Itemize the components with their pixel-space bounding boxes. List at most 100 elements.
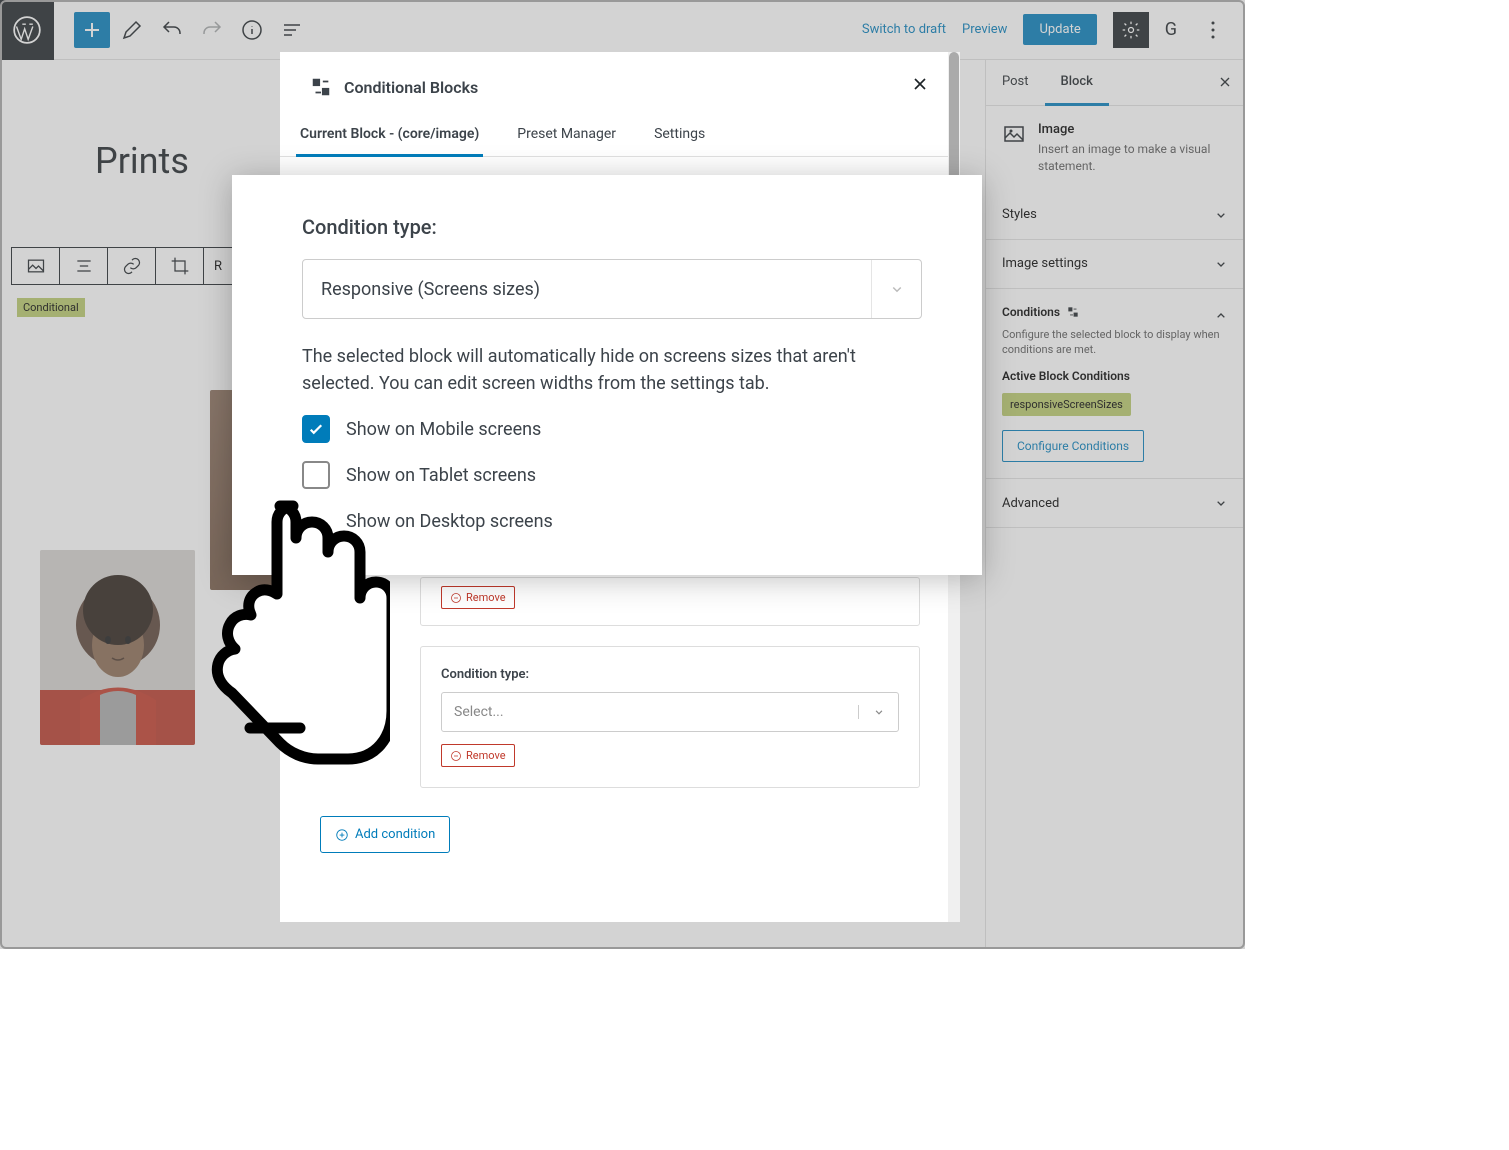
image-icon (1002, 122, 1026, 146)
remove-condition-button[interactable]: Remove (441, 586, 515, 609)
more-options-button[interactable] (1195, 12, 1231, 48)
conditions-desc: Configure the selected block to display … (1002, 327, 1229, 358)
sidebar-section-advanced[interactable]: Advanced (986, 479, 1245, 528)
active-conditions-label: Active Block Conditions (1002, 369, 1229, 383)
block-toolbar: R (11, 247, 233, 285)
chevron-down-icon (1213, 256, 1229, 272)
close-icon (910, 74, 930, 94)
info-button[interactable] (234, 12, 270, 48)
wordpress-icon (13, 16, 41, 44)
section-label: Advanced (1002, 496, 1059, 511)
minus-circle-icon (450, 592, 462, 604)
checkbox-show-mobile[interactable]: Show on Mobile screens (302, 415, 922, 443)
gear-icon (1121, 20, 1141, 40)
chevron-up-icon (1213, 308, 1229, 324)
link-button[interactable] (108, 248, 156, 284)
hand-icon (195, 490, 390, 780)
condition-description: The selected block will automatically hi… (302, 343, 922, 397)
chevron-down-icon (872, 705, 886, 719)
checkbox-input[interactable] (302, 461, 330, 489)
checkbox-label: Show on Tablet screens (346, 465, 536, 486)
conditions-icon (1066, 305, 1080, 319)
tab-post[interactable]: Post (986, 60, 1045, 105)
close-icon (1217, 74, 1233, 90)
redo-button[interactable] (194, 12, 230, 48)
list-icon (280, 18, 304, 42)
checkbox-label: Show on Mobile screens (346, 419, 541, 440)
chevron-down-icon (1213, 495, 1229, 511)
sidebar-section-styles[interactable]: Styles (986, 191, 1245, 240)
checkbox-show-tablet[interactable]: Show on Tablet screens (302, 461, 922, 489)
condition-type-label: Condition type: (302, 215, 922, 239)
undo-button[interactable] (154, 12, 190, 48)
sidebar-tabs: Post Block (986, 60, 1245, 106)
conditions-header[interactable]: Conditions (1002, 305, 1229, 327)
modal-close-button[interactable] (910, 74, 930, 100)
preview-link[interactable]: Preview (962, 22, 1007, 37)
block-description: Image Insert an image to make a visual s… (986, 106, 1245, 191)
hand-pointer-illustration (195, 490, 390, 780)
select-placeholder: Select... (442, 704, 858, 720)
switch-to-draft-link[interactable]: Switch to draft (862, 22, 946, 37)
section-label: Image settings (1002, 256, 1088, 271)
conditional-badge: Conditional (17, 298, 85, 317)
sidebar-close-button[interactable] (1217, 74, 1233, 94)
plus-circle-icon (335, 828, 349, 842)
pencil-icon (120, 18, 144, 42)
checkmark-icon (307, 420, 325, 438)
wordpress-logo[interactable] (0, 0, 54, 60)
settings-button[interactable] (1113, 12, 1149, 48)
add-condition-button[interactable]: Add condition (320, 816, 450, 853)
plus-icon (80, 18, 104, 42)
info-icon (240, 18, 264, 42)
dots-vertical-icon (1201, 18, 1225, 42)
tab-preset-manager[interactable]: Preset Manager (513, 114, 620, 156)
select-arrow (858, 705, 898, 719)
chevron-down-icon (888, 280, 906, 298)
checkbox-input[interactable] (302, 415, 330, 443)
toolbar-last-label[interactable]: R (204, 248, 232, 284)
editor-sidebar: Post Block Image Insert an image to make… (985, 60, 1245, 949)
condition-card-2: Condition type: Select... Remove (420, 646, 920, 788)
image-block-icon-button[interactable] (12, 248, 60, 284)
tab-current-block[interactable]: Current Block - (core/image) (296, 114, 483, 157)
configure-conditions-button[interactable]: Configure Conditions (1002, 430, 1144, 462)
scroll-thumb[interactable] (949, 52, 959, 182)
image-block-2[interactable] (40, 550, 195, 745)
g-icon[interactable]: G (1165, 19, 1177, 40)
link-icon (122, 256, 142, 276)
section-label: Styles (1002, 207, 1037, 222)
checkbox-show-desktop[interactable]: Show on Desktop screens (302, 507, 922, 535)
condition-type-label: Condition type: (441, 667, 899, 682)
editor-topbar: Switch to draft Preview Update G (0, 0, 1245, 60)
block-type-title: Image (1038, 122, 1229, 137)
tab-block[interactable]: Block (1045, 60, 1109, 106)
remove-condition-button[interactable]: Remove (441, 744, 515, 767)
add-block-button[interactable] (74, 12, 110, 48)
edit-tool-button[interactable] (114, 12, 150, 48)
update-button[interactable]: Update (1023, 14, 1096, 45)
block-type-text: Insert an image to make a visual stateme… (1038, 141, 1229, 175)
list-view-button[interactable] (274, 12, 310, 48)
align-button[interactable] (60, 248, 108, 284)
active-condition-pill: responsiveScreenSizes (1002, 393, 1131, 416)
chevron-down-icon (1213, 207, 1229, 223)
tab-settings[interactable]: Settings (650, 114, 709, 156)
crop-button[interactable] (156, 248, 204, 284)
dropdown-arrow (871, 260, 921, 318)
align-icon (74, 256, 94, 276)
modal-title: Conditional Blocks (344, 78, 478, 97)
condition-type-select[interactable]: Select... (441, 692, 899, 732)
sidebar-section-image-settings[interactable]: Image settings (986, 240, 1245, 289)
condition-type-dropdown[interactable]: Responsive (Screens sizes) (302, 259, 922, 319)
minus-circle-icon (450, 750, 462, 762)
sidebar-section-conditions: Conditions Configure the selected block … (986, 289, 1245, 480)
conditional-blocks-icon (310, 76, 332, 98)
dropdown-selected-value: Responsive (Screens sizes) (303, 279, 871, 300)
conditions-title: Conditions (1002, 305, 1080, 319)
portrait-image (40, 550, 195, 745)
condition-card-1: Remove (420, 577, 920, 626)
crop-icon (170, 256, 190, 276)
image-icon (26, 256, 46, 276)
undo-icon (160, 18, 184, 42)
